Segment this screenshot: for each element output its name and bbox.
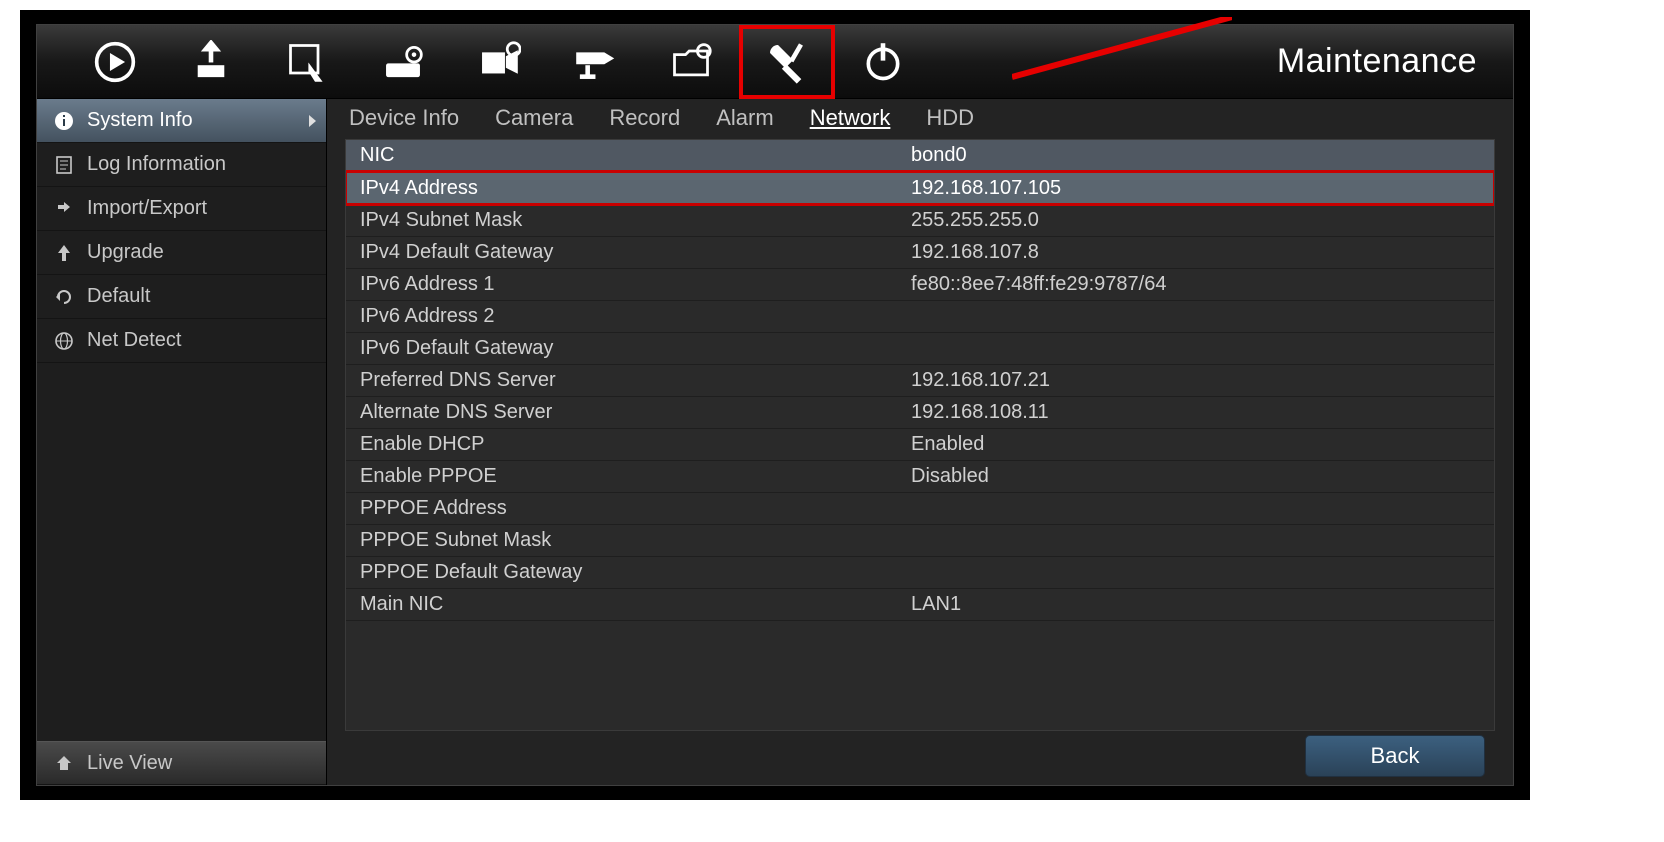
power-icon[interactable] xyxy=(835,25,931,99)
maintenance-tools-icon[interactable] xyxy=(739,25,835,99)
cell-label: Enable DHCP xyxy=(346,428,897,460)
cell-value: 255.255.255.0 xyxy=(897,204,1494,236)
cell-value: 192.168.107.8 xyxy=(897,236,1494,268)
cell-value: Disabled xyxy=(897,460,1494,492)
table-row[interactable]: PPPOE Address xyxy=(346,492,1494,524)
log-icon xyxy=(53,154,75,176)
tab-network[interactable]: Network xyxy=(810,105,891,131)
table-row[interactable]: Alternate DNS Server192.168.108.11 xyxy=(346,396,1494,428)
network-info-table: NICbond0IPv4 Address192.168.107.105IPv4 … xyxy=(345,139,1495,731)
sidebar-item-label: Log Information xyxy=(87,153,226,176)
cell-label: IPv4 Address xyxy=(346,172,897,204)
tab-camera[interactable]: Camera xyxy=(495,105,573,131)
cell-label: IPv4 Subnet Mask xyxy=(346,204,897,236)
cell-label: PPPOE Address xyxy=(346,492,897,524)
cell-value: 192.168.108.11 xyxy=(897,396,1494,428)
cell-value: LAN1 xyxy=(897,588,1494,620)
top-toolbar: Maintenance xyxy=(37,25,1513,99)
cell-label: NIC xyxy=(346,140,897,172)
tab-device-info[interactable]: Device Info xyxy=(349,105,459,131)
cell-value: bond0 xyxy=(897,140,1494,172)
sidebar-item-default[interactable]: Default xyxy=(37,275,326,319)
import-export-icon xyxy=(53,198,75,220)
table-row[interactable]: PPPOE Subnet Mask xyxy=(346,524,1494,556)
cell-label: IPv6 Default Gateway xyxy=(346,332,897,364)
table-row[interactable]: PPPOE Default Gateway xyxy=(346,556,1494,588)
cell-label: IPv4 Default Gateway xyxy=(346,236,897,268)
table-row[interactable]: Preferred DNS Server192.168.107.21 xyxy=(346,364,1494,396)
sidebar-item-upgrade[interactable]: Upgrade xyxy=(37,231,326,275)
default-icon xyxy=(53,286,75,308)
cell-label: Preferred DNS Server xyxy=(346,364,897,396)
table-header-row: NICbond0 xyxy=(346,140,1494,172)
table-row[interactable]: IPv6 Address 1fe80::8ee7:48ff:fe29:9787/… xyxy=(346,268,1494,300)
cell-label: PPPOE Subnet Mask xyxy=(346,524,897,556)
screen-title: Maintenance xyxy=(1277,42,1513,81)
cell-value: 192.168.107.21 xyxy=(897,364,1494,396)
home-icon xyxy=(53,752,75,774)
table-row[interactable]: IPv6 Default Gateway xyxy=(346,332,1494,364)
cell-value: fe80::8ee7:48ff:fe29:9787/64 xyxy=(897,268,1494,300)
cell-value: 192.168.107.105 xyxy=(897,172,1494,204)
sidebar-item-label: Net Detect xyxy=(87,329,181,352)
upgrade-icon xyxy=(53,242,75,264)
cell-value: Enabled xyxy=(897,428,1494,460)
sidebar-item-net-detect[interactable]: Net Detect xyxy=(37,319,326,363)
cell-label: Main NIC xyxy=(346,588,897,620)
export-icon[interactable] xyxy=(163,25,259,99)
tab-bar: Device Info Camera Record Alarm Network … xyxy=(327,99,1513,135)
back-button[interactable]: Back xyxy=(1305,735,1485,777)
record-config-icon[interactable] xyxy=(451,25,547,99)
play-icon[interactable] xyxy=(67,25,163,99)
disk-config-icon[interactable] xyxy=(355,25,451,99)
camera-config-icon[interactable] xyxy=(547,25,643,99)
cell-value xyxy=(897,524,1494,556)
main-panel: Device Info Camera Record Alarm Network … xyxy=(327,99,1513,785)
cell-value xyxy=(897,332,1494,364)
table-row[interactable]: IPv4 Address192.168.107.105 xyxy=(346,172,1494,204)
app-window: Maintenance System Info Log Information … xyxy=(36,24,1514,786)
table-row[interactable]: Enable PPPOEDisabled xyxy=(346,460,1494,492)
table-row[interactable]: IPv4 Default Gateway192.168.107.8 xyxy=(346,236,1494,268)
cell-value xyxy=(897,492,1494,524)
sidebar: System Info Log Information Import/Expor… xyxy=(37,99,327,785)
info-icon xyxy=(53,110,75,132)
live-view-button[interactable]: Live View xyxy=(37,741,326,785)
touch-screen-icon[interactable] xyxy=(259,25,355,99)
live-view-label: Live View xyxy=(87,752,172,775)
sidebar-item-label: Upgrade xyxy=(87,241,164,264)
table-row[interactable]: Main NICLAN1 xyxy=(346,588,1494,620)
table-row[interactable]: Enable DHCPEnabled xyxy=(346,428,1494,460)
table-row[interactable]: IPv6 Address 2 xyxy=(346,300,1494,332)
sidebar-item-system-info[interactable]: System Info xyxy=(37,99,326,143)
cell-label: Alternate DNS Server xyxy=(346,396,897,428)
cell-value xyxy=(897,556,1494,588)
sidebar-item-label: System Info xyxy=(87,109,193,132)
cell-label: PPPOE Default Gateway xyxy=(346,556,897,588)
cell-label: Enable PPPOE xyxy=(346,460,897,492)
cell-label: IPv6 Address 2 xyxy=(346,300,897,332)
sidebar-item-label: Default xyxy=(87,285,150,308)
folder-config-icon[interactable] xyxy=(643,25,739,99)
sidebar-item-log-information[interactable]: Log Information xyxy=(37,143,326,187)
net-detect-icon xyxy=(53,330,75,352)
tab-record[interactable]: Record xyxy=(609,105,680,131)
sidebar-item-import-export[interactable]: Import/Export xyxy=(37,187,326,231)
tab-alarm[interactable]: Alarm xyxy=(716,105,773,131)
cell-label: IPv6 Address 1 xyxy=(346,268,897,300)
cell-value xyxy=(897,300,1494,332)
sidebar-item-label: Import/Export xyxy=(87,197,207,220)
tab-hdd[interactable]: HDD xyxy=(926,105,974,131)
table-row[interactable]: IPv4 Subnet Mask255.255.255.0 xyxy=(346,204,1494,236)
